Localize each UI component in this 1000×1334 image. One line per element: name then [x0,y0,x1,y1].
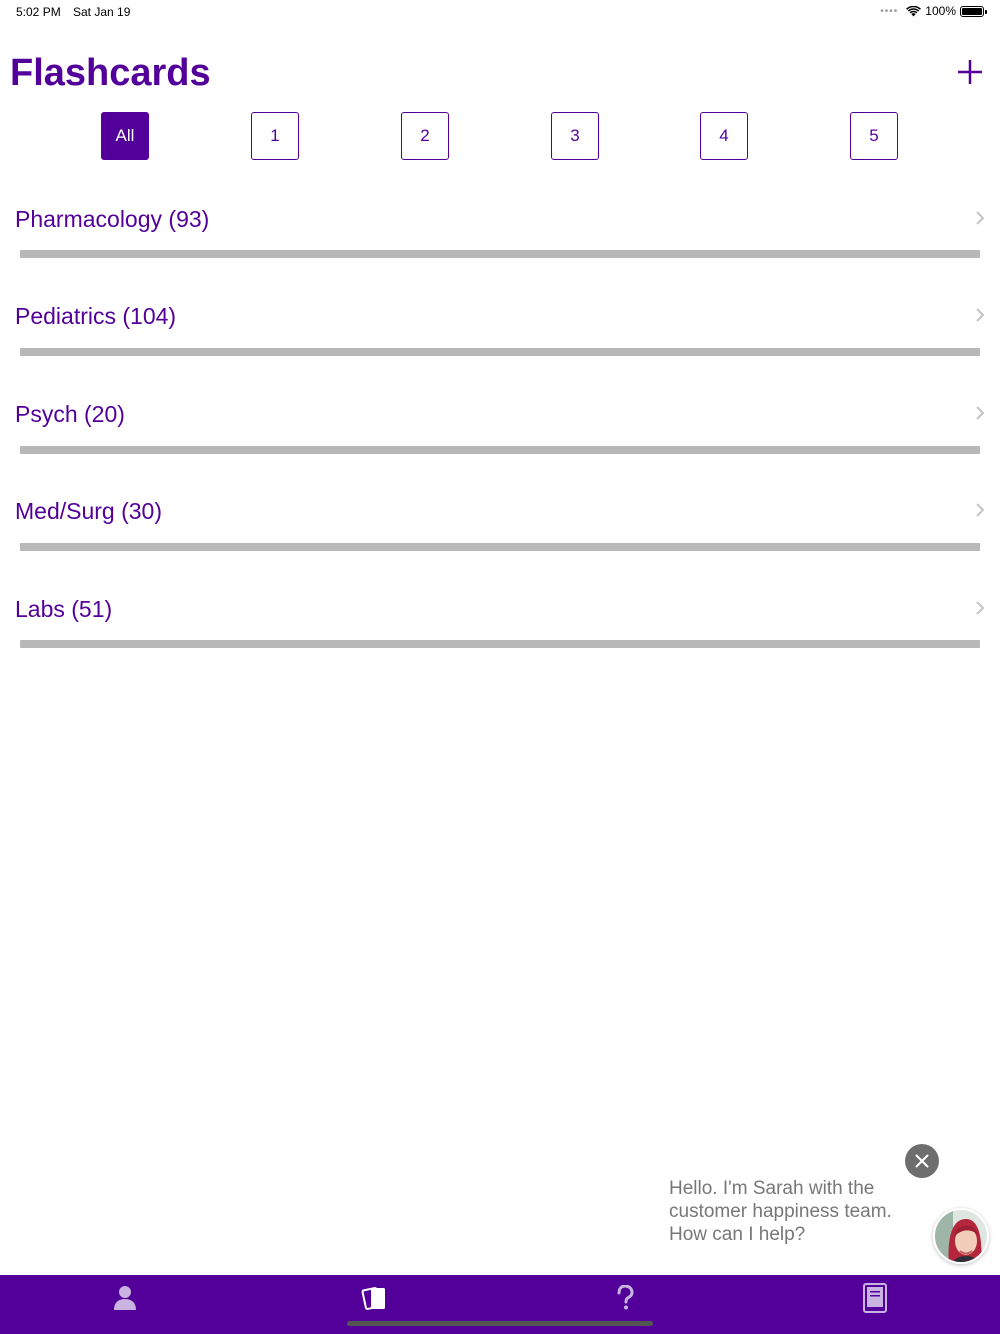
avatar-photo [935,1210,987,1262]
filter-2-button[interactable]: 2 [401,112,449,160]
deck-progress-bar [20,640,980,648]
filter-label: All [115,126,135,145]
chat-close-button[interactable] [905,1144,939,1178]
filter-1-button[interactable]: 1 [251,112,299,160]
close-icon [915,1154,929,1168]
deck-label: Pharmacology (93) [15,206,210,232]
deck-row-pharmacology[interactable]: Pharmacology (93) [0,206,1000,296]
deck-row-labs[interactable]: Labs (51) [0,596,1000,686]
deck-label: Labs (51) [15,596,113,622]
chat-message[interactable]: Hello. I'm Sarah with the customer happi… [669,1177,919,1246]
plus-icon [958,60,982,84]
status-date: Sat Jan 19 [73,5,131,19]
tab-flashcards[interactable] [250,1275,500,1320]
book-icon [863,1282,887,1313]
chevron-right-icon [976,406,985,420]
deck-row-med-surg[interactable]: Med/Surg (30) [0,498,1000,588]
chevron-right-icon [976,211,985,225]
filter-label: 3 [570,126,580,145]
help-icon [617,1284,634,1309]
filter-label: 5 [869,126,879,145]
signal-dots-icon: •••• [880,5,899,17]
chevron-right-icon [976,308,985,322]
tab-profile[interactable] [0,1275,250,1320]
page-title: Flashcards [10,52,211,94]
tab-help[interactable] [500,1275,750,1320]
deck-label: Pediatrics (104) [15,303,177,329]
chevron-right-icon [976,503,985,517]
wifi-icon [906,5,922,16]
filter-label: 2 [420,126,430,145]
deck-progress-bar [20,250,980,258]
filter-4-button[interactable]: 4 [700,112,748,160]
deck-label: Med/Surg (30) [15,498,163,524]
add-deck-button[interactable] [954,56,986,88]
filter-all-button[interactable]: All [101,112,149,160]
support-avatar[interactable] [933,1208,989,1264]
tab-library[interactable] [750,1275,1000,1320]
profile-icon [114,1285,136,1310]
status-indicators: •••• 100% [880,4,987,18]
deck-label: Psych (20) [15,401,125,427]
deck-progress-bar [20,543,980,551]
deck-progress-bar [20,348,980,356]
filter-5-button[interactable]: 5 [850,112,898,160]
deck-row-psych[interactable]: Psych (20) [0,401,1000,491]
home-indicator [347,1321,653,1326]
status-bar: 5:02 PM Sat Jan 19 •••• 100% [0,0,1000,24]
filter-label: 1 [270,126,280,145]
flashcards-icon [361,1286,385,1310]
battery-icon [960,5,987,17]
status-time: 5:02 PM [16,5,61,19]
battery-percent: 100% [925,4,956,18]
deck-progress-bar [20,446,980,454]
filter-3-button[interactable]: 3 [551,112,599,160]
filter-label: 4 [719,126,729,145]
deck-row-pediatrics[interactable]: Pediatrics (104) [0,303,1000,393]
chevron-right-icon [976,601,985,615]
